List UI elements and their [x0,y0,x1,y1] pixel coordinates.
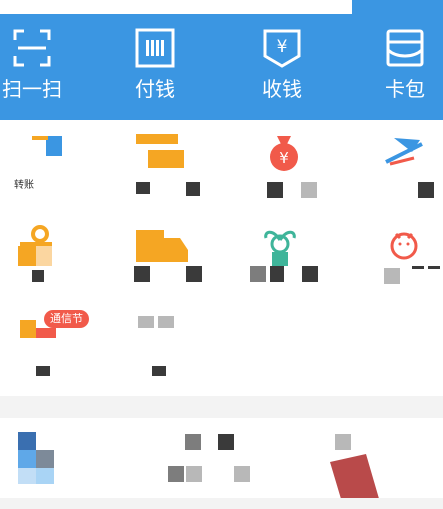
pay-button[interactable]: 付钱 [115,28,195,100]
grid-item-transfer[interactable]: 转账 [14,128,84,198]
label-placeholder [428,266,440,269]
feed-placeholder [234,466,250,482]
grid-item-phone-topup[interactable]: 通信节 [14,306,114,376]
label-placeholder [384,268,400,284]
label-placeholder [36,366,50,376]
card-wallet-label: 卡包 [385,77,425,101]
feed-placeholder [168,466,184,482]
plant-sprout-icon [264,230,296,266]
label-placeholder [270,266,284,282]
travel-plane-icon [385,138,423,166]
credit-card-repay-icon [136,134,184,168]
label-placeholder [186,266,202,282]
feed-placeholder [185,434,201,450]
feed-placeholder [335,434,351,450]
grid-item-delivery[interactable] [128,222,218,290]
label-placeholder [32,270,44,282]
pay-label: 付钱 [135,77,175,101]
delivery-truck-icon [136,230,188,262]
label-placeholder [250,266,266,282]
label-placeholder [136,182,150,194]
label-placeholder [186,182,200,196]
grid-item-more[interactable] [130,306,200,376]
feed-placeholder [186,466,202,482]
svg-text:¥: ¥ [277,37,288,57]
grid-item-repay[interactable] [118,128,208,198]
promo-badge: 通信节 [44,310,89,328]
card-wallet-icon [385,28,425,68]
grid-item-money-bag[interactable]: ¥ [255,128,325,200]
receive-money-icon: ¥ [262,28,302,68]
label-placeholder [302,266,318,282]
grid-item-travel[interactable] [380,128,440,200]
gift-icon [18,225,52,266]
label-placeholder [301,182,317,198]
search-area-remnant [0,0,352,14]
scan-button[interactable]: 扫一扫 [0,28,72,100]
svg-text:¥: ¥ [279,149,289,167]
card-wallet-button[interactable]: 卡包 [365,28,443,100]
label-placeholder [267,182,283,198]
more-apps-icon [138,316,178,330]
label-placeholder [152,366,166,376]
piggy-bank-icon [390,232,418,260]
bottom-divider [0,498,443,509]
grid-item-label: 转账 [14,180,34,191]
scan-label: 扫一扫 [2,77,62,101]
section-divider [0,396,443,418]
scan-icon [12,28,52,68]
feed-thumbnail[interactable] [18,432,58,486]
feed-placeholder [218,434,234,450]
receive-label: 收钱 [262,77,302,101]
transfer-icon [32,136,62,156]
money-bag-icon: ¥ [270,136,298,171]
receive-button[interactable]: ¥ 收钱 [242,28,322,100]
label-placeholder [412,266,424,269]
grid-item-plant[interactable] [250,220,330,290]
grid-item-piggy[interactable] [380,222,443,290]
label-placeholder [418,182,434,198]
grid-item-gift[interactable] [14,220,84,290]
pay-barcode-icon [135,28,175,68]
label-placeholder [134,266,150,282]
